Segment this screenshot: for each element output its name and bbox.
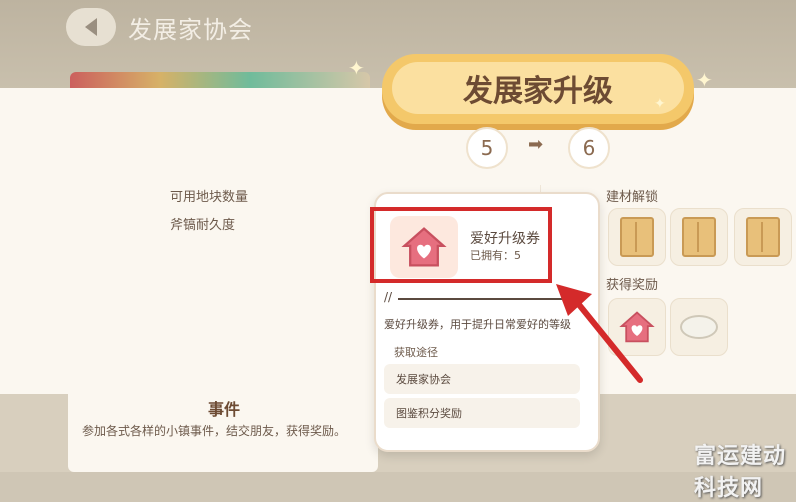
annotation-arrow <box>556 284 643 383</box>
watermark: 富运建动科技网 <box>694 444 787 501</box>
